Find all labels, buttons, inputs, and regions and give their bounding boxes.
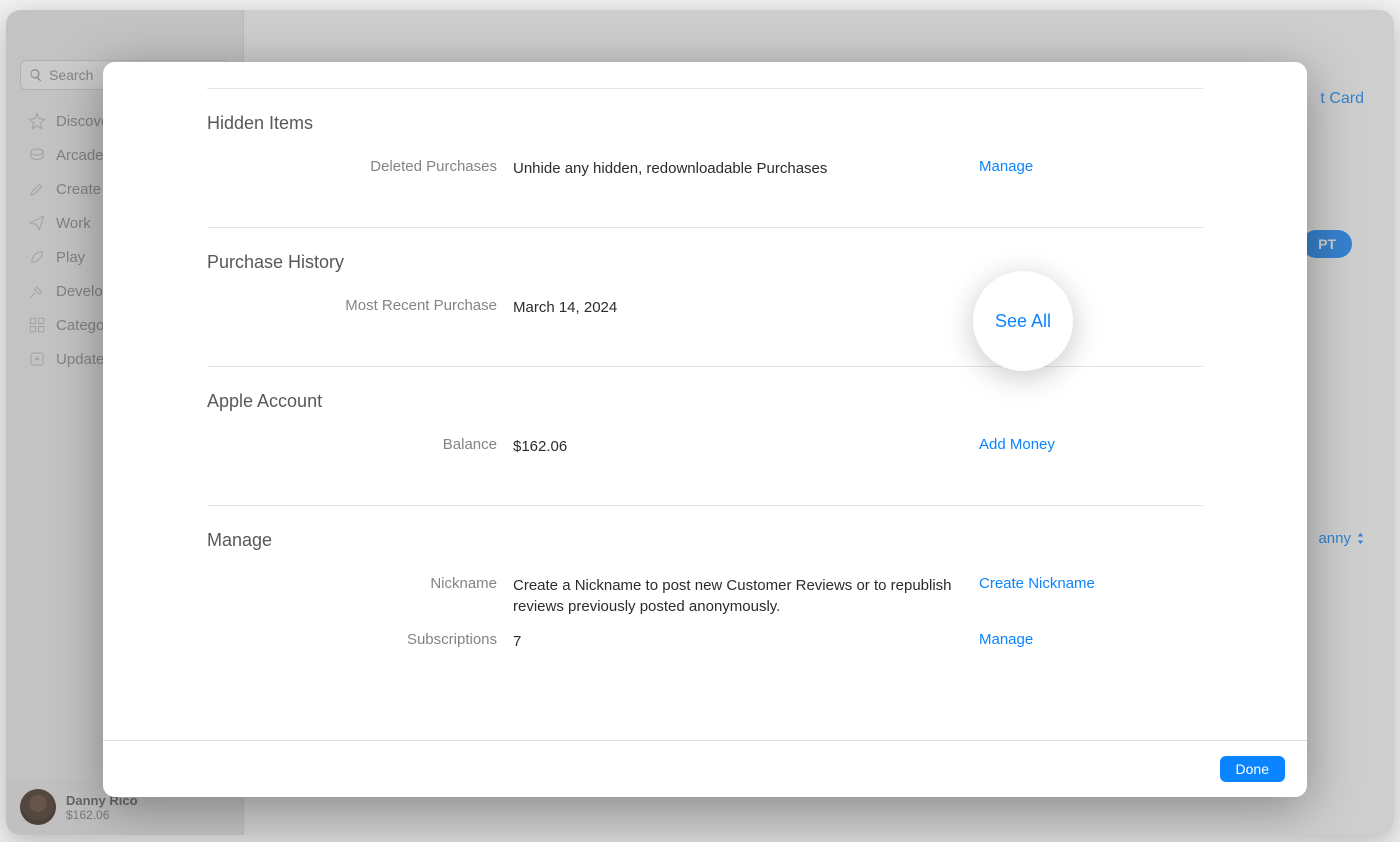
- done-button[interactable]: Done: [1220, 756, 1285, 782]
- row-label: Subscriptions: [207, 631, 497, 648]
- row-label: Deleted Purchases: [207, 158, 497, 175]
- row-label: Balance: [207, 436, 497, 453]
- row-value: $162.06: [513, 436, 963, 457]
- section-title: Apple Account: [207, 391, 1203, 412]
- manage-subscriptions-link[interactable]: Manage: [979, 631, 1179, 648]
- row-deleted-purchases: Deleted Purchases Unhide any hidden, red…: [207, 158, 1203, 179]
- see-all-spotlight: See All: [973, 271, 1073, 371]
- section-hidden-items: Hidden Items Deleted Purchases Unhide an…: [207, 88, 1203, 227]
- row-value: 7: [513, 631, 963, 652]
- section-title: Purchase History: [207, 252, 1203, 273]
- manage-hidden-link[interactable]: Manage: [979, 158, 1179, 175]
- section-apple-account: Apple Account Balance $162.06 Add Money: [207, 366, 1203, 505]
- row-value: Unhide any hidden, redownloadable Purcha…: [513, 158, 963, 179]
- row-label: Most Recent Purchase: [207, 297, 497, 314]
- create-nickname-link[interactable]: Create Nickname: [979, 575, 1179, 592]
- section-manage: Manage Nickname Create a Nickname to pos…: [207, 505, 1203, 700]
- modal-footer: Done: [103, 740, 1307, 797]
- row-label: Nickname: [207, 575, 497, 592]
- add-money-link[interactable]: Add Money: [979, 436, 1179, 453]
- section-title: Manage: [207, 530, 1203, 551]
- row-balance: Balance $162.06 Add Money: [207, 436, 1203, 457]
- row-nickname: Nickname Create a Nickname to post new C…: [207, 575, 1203, 617]
- modal-content: Hidden Items Deleted Purchases Unhide an…: [103, 62, 1307, 740]
- row-value: Create a Nickname to post new Customer R…: [513, 575, 963, 617]
- see-all-link[interactable]: See All: [995, 311, 1051, 332]
- account-modal: Hidden Items Deleted Purchases Unhide an…: [103, 62, 1307, 797]
- app-window: Search Discover Arcade Create Work Play …: [6, 10, 1394, 835]
- row-value: March 14, 2024: [513, 297, 963, 318]
- row-subscriptions: Subscriptions 7 Manage: [207, 631, 1203, 652]
- section-title: Hidden Items: [207, 113, 1203, 134]
